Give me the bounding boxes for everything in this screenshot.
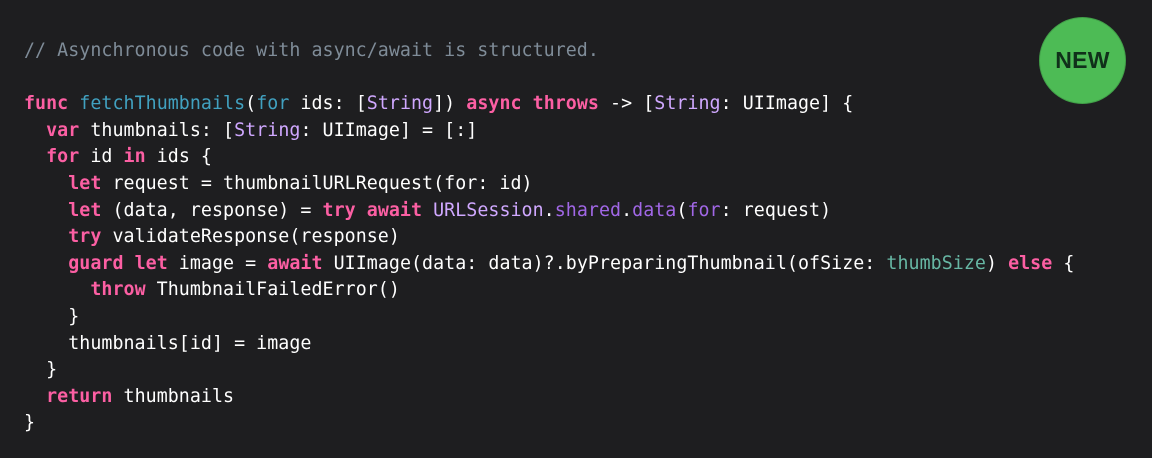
code-token-keyword: await bbox=[366, 199, 423, 221]
code-token-plain: ) bbox=[985, 252, 1009, 274]
code-token-plain: request = thumbnailURLRequest(for: id) bbox=[101, 172, 533, 194]
code-token-plain: validateResponse(response) bbox=[101, 226, 400, 248]
code-line: for id in ids { bbox=[24, 144, 1074, 171]
code-token-plain: { bbox=[1052, 252, 1075, 274]
code-token-project: data bbox=[632, 199, 677, 221]
code-token-plain: thumbnails: [ bbox=[79, 119, 235, 141]
code-token-plain: ids: [ bbox=[289, 93, 367, 115]
code-token-plain: : UIImage] = [:] bbox=[300, 119, 478, 141]
code-line: return thumbnails bbox=[24, 384, 1074, 411]
code-token-keyword: in bbox=[123, 146, 146, 168]
code-token-comment: // Asynchronous code with async/await is… bbox=[24, 40, 599, 61]
code-token-plain: image = bbox=[167, 252, 268, 274]
code-line: } bbox=[24, 410, 1074, 437]
code-token-plain: -> [ bbox=[598, 93, 655, 115]
code-line: guard let image = await UIImage(data: da… bbox=[24, 251, 1074, 278]
code-line: } bbox=[24, 357, 1074, 384]
code-token-plain: ThumbnailFailedError() bbox=[145, 279, 400, 301]
code-token-keyword: let bbox=[68, 172, 102, 194]
code-line: } bbox=[24, 304, 1074, 331]
code-editor: // Asynchronous code with async/await is… bbox=[0, 0, 1152, 458]
code-line: try validateResponse(response) bbox=[24, 224, 1074, 251]
code-token-keyword: guard bbox=[68, 252, 124, 274]
code-token-keyword: else bbox=[1008, 252, 1053, 274]
code-token-plain: ( bbox=[676, 199, 688, 221]
code-token-type: String bbox=[366, 93, 434, 115]
code-token-plain: UIImage(data: data)?.byPreparingThumbnai… bbox=[322, 252, 887, 274]
code-token-funcname: for bbox=[256, 93, 290, 115]
code-token-keyword: try bbox=[322, 199, 356, 221]
code-token-keyword: try bbox=[68, 226, 102, 248]
code-token-plain: thumbnails[id] = image bbox=[24, 332, 312, 354]
code-token-funcname: fetchThumbnails bbox=[79, 93, 246, 115]
code-token-plain: ]) bbox=[433, 93, 467, 115]
code-token-plain: } bbox=[24, 412, 36, 434]
code-token-plain: } bbox=[24, 305, 80, 327]
code-line: // Asynchronous code with async/await is… bbox=[24, 38, 1074, 65]
code-token-plain: thumbnails bbox=[112, 385, 235, 407]
code-token-type: String bbox=[234, 119, 301, 141]
new-badge-label: NEW bbox=[1055, 47, 1110, 73]
code-token-keyword: await bbox=[267, 252, 323, 274]
code-line: throw ThumbnailFailedError() bbox=[24, 277, 1074, 304]
code-token-keyword: throws bbox=[532, 93, 599, 115]
code-token-keyword: throw bbox=[90, 279, 146, 301]
code-token-keyword: let bbox=[134, 252, 168, 274]
code-token-project: shared bbox=[554, 199, 622, 221]
code-token-plain: ( bbox=[245, 93, 257, 115]
code-token-plain: : UIImage] { bbox=[720, 93, 854, 115]
code-token-plain: id bbox=[79, 146, 124, 168]
code-line: let (data, response) = try await URLSess… bbox=[24, 198, 1074, 225]
code-line: func fetchThumbnails(for ids: [String]) … bbox=[24, 91, 1074, 118]
code-token-keyword: func bbox=[24, 93, 69, 115]
code-token-plain: (data, response) = bbox=[101, 199, 323, 221]
code-token-project: for bbox=[687, 199, 721, 221]
code-token-plain: . bbox=[543, 199, 555, 221]
code-token-plain: ids { bbox=[145, 146, 212, 168]
code-line: var thumbnails: [String: UIImage] = [:] bbox=[24, 118, 1074, 145]
code-token-plain: . bbox=[621, 199, 633, 221]
code-token-type: URLSession bbox=[433, 199, 544, 221]
code-token-plain: } bbox=[24, 359, 58, 381]
code-token-var: thumbSize bbox=[886, 252, 986, 274]
code-token-keyword: let bbox=[68, 199, 102, 221]
code-token-type: String bbox=[654, 93, 721, 115]
code-token-keyword: for bbox=[46, 146, 80, 168]
new-badge: NEW bbox=[1039, 17, 1126, 104]
code-token-plain: : request) bbox=[720, 199, 832, 221]
code-block: // Asynchronous code with async/await is… bbox=[24, 38, 1074, 437]
code-token-keyword: return bbox=[46, 385, 113, 407]
code-line: ​ bbox=[24, 65, 1074, 92]
code-token-keyword: var bbox=[46, 119, 80, 141]
code-line: let request = thumbnailURLRequest(for: i… bbox=[24, 171, 1074, 198]
code-token-keyword: async bbox=[466, 93, 522, 115]
code-line: thumbnails[id] = image bbox=[24, 331, 1074, 358]
